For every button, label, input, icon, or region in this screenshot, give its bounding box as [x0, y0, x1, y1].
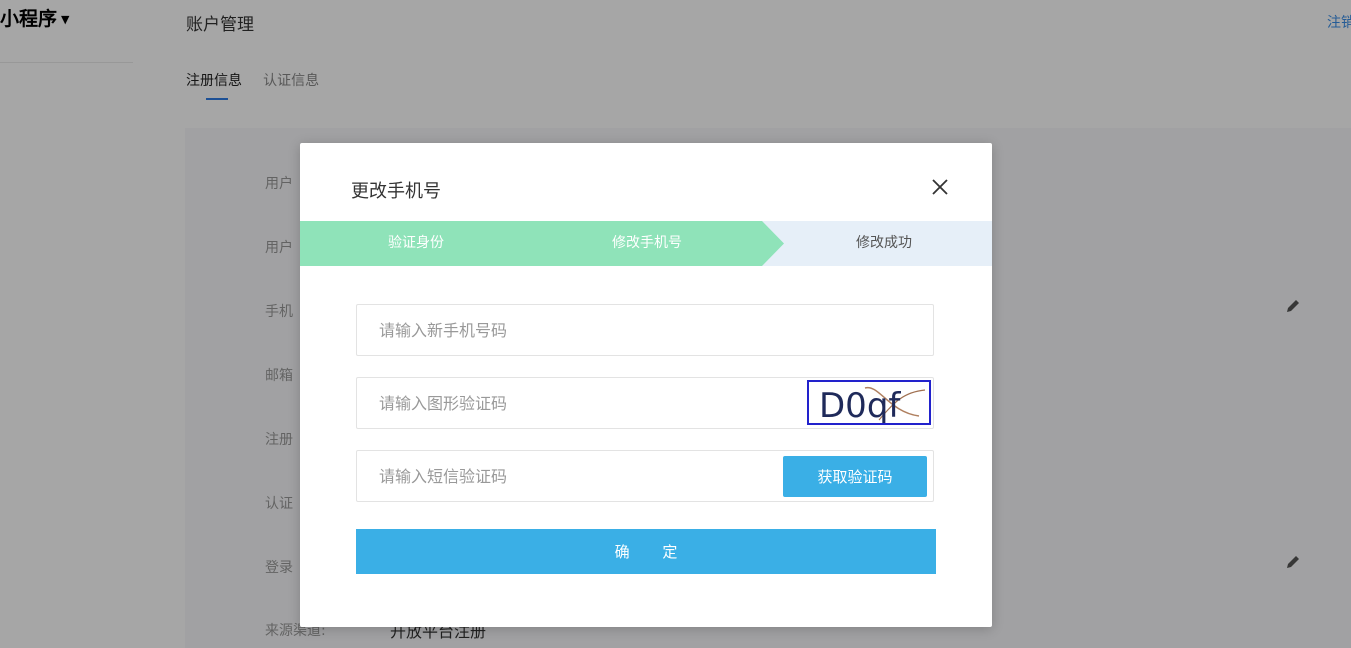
step-change-phone: 修改手机号 — [612, 235, 682, 251]
captcha-image[interactable]: D0qf — [807, 380, 931, 425]
change-phone-dialog: 更改手机号 验证身份 修改手机号 修改成功 D0qf 获取验证码 确 定 — [300, 143, 992, 627]
close-icon[interactable] — [930, 177, 950, 197]
sms-field: 获取验证码 — [356, 450, 934, 502]
progress-steps: 验证身份 修改手机号 修改成功 — [300, 221, 992, 266]
dialog-title: 更改手机号 — [351, 181, 441, 202]
get-sms-code-button[interactable]: 获取验证码 — [783, 456, 927, 497]
phone-field — [356, 304, 934, 356]
new-phone-input[interactable] — [357, 305, 933, 355]
captcha-graphic: D0qf — [819, 386, 926, 423]
confirm-button[interactable]: 确 定 — [356, 529, 936, 574]
captcha-text: D0qf — [819, 386, 901, 423]
step-success: 修改成功 — [856, 235, 912, 251]
step-verify-identity: 验证身份 — [388, 235, 444, 251]
captcha-field: D0qf — [356, 377, 934, 429]
